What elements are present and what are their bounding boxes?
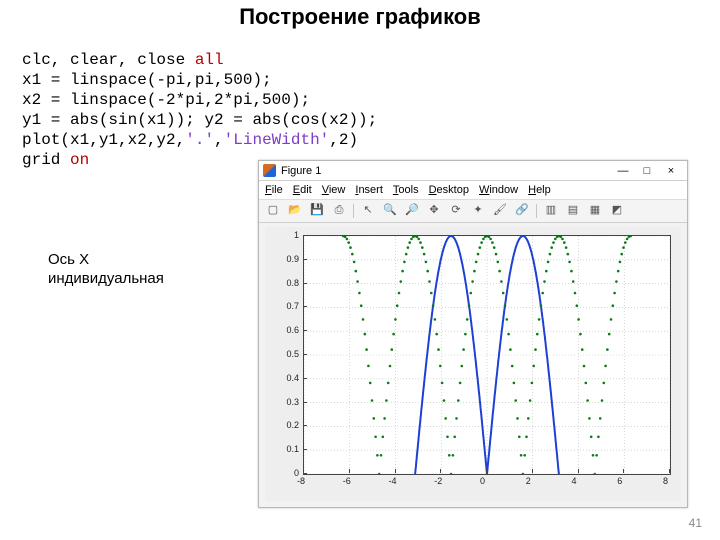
toolbar-separator — [353, 204, 354, 218]
toggle-icon[interactable]: ◩ — [607, 202, 627, 220]
window-titlebar: Figure 1 — □ × — [259, 161, 687, 181]
xtick-mark — [303, 469, 304, 473]
axes — [303, 235, 671, 475]
menu-item-help[interactable]: Help — [528, 184, 551, 196]
plot-area: 00.10.20.30.40.50.60.70.80.91-8-6-4-2024… — [265, 227, 681, 501]
code-token: y1 = abs(sin(x1)); y2 = abs(cos(x2)); — [22, 111, 377, 129]
brush-icon[interactable]: 🖌 — [490, 202, 510, 220]
pan-icon[interactable]: ✥ — [424, 202, 444, 220]
code-token: grid — [22, 151, 70, 169]
zoom-out-icon[interactable]: 🔎 — [402, 202, 422, 220]
code-token: all — [195, 51, 224, 69]
axis-note-line1: Ось X — [48, 251, 89, 268]
save-icon[interactable]: 💾 — [307, 202, 327, 220]
pointer-icon[interactable]: ↖ — [358, 202, 378, 220]
window-maximize-button[interactable]: □ — [635, 165, 659, 177]
xtick-label: 6 — [617, 476, 622, 486]
ytick-mark — [303, 425, 307, 426]
ytick-label: 0.5 — [286, 349, 299, 359]
code-token: , — [214, 131, 224, 149]
ytick-label: 0.9 — [286, 254, 299, 264]
menu-item-file[interactable]: File — [265, 184, 283, 196]
ytick-label: 0.3 — [286, 397, 299, 407]
menu-item-desktop[interactable]: Desktop — [429, 184, 469, 196]
code-token: x1 = linspace(-pi,pi,500); — [22, 71, 272, 89]
code-block: clc, clear, close all x1 = linspace(-pi,… — [22, 50, 377, 170]
code-token: 'LineWidth' — [224, 131, 330, 149]
menu-bar: File Edit View Insert Tools Desktop Window Help — [259, 181, 687, 200]
toolbar: ▢📂💾⎙ ↖🔍🔎✥⟳✦🖌🔗 ▥▤▦◩ — [259, 200, 687, 223]
code-token: plot(x1,y1,x2,y2, — [22, 131, 185, 149]
page-number: 41 — [689, 516, 702, 530]
code-token: on — [70, 151, 89, 169]
xtick-mark — [669, 469, 670, 473]
xtick-label: -4 — [389, 476, 397, 486]
menu-item-view[interactable]: View — [322, 184, 346, 196]
ytick-mark — [303, 283, 307, 284]
code-token: clc, clear, close — [22, 51, 195, 69]
menu-item-insert[interactable]: Insert — [355, 184, 383, 196]
ytick-label: 0.1 — [286, 444, 299, 454]
toolbar-separator — [536, 204, 537, 218]
axis-note: Ось X индивидуальная — [48, 250, 164, 288]
ytick-label: 0.4 — [286, 373, 299, 383]
xtick-mark — [578, 469, 579, 473]
link-icon[interactable]: 🔗 — [512, 202, 532, 220]
colorbar-icon[interactable]: ▥ — [541, 202, 561, 220]
ytick-mark — [303, 354, 307, 355]
xtick-mark — [349, 469, 350, 473]
ytick-label: 0.6 — [286, 325, 299, 335]
window-minimize-button[interactable]: — — [611, 165, 635, 177]
rotate-icon[interactable]: ⟳ — [446, 202, 466, 220]
xtick-label: 2 — [526, 476, 531, 486]
xtick-label: 8 — [663, 476, 668, 486]
xtick-mark — [440, 469, 441, 473]
matlab-icon — [263, 164, 276, 177]
ytick-label: 0.2 — [286, 420, 299, 430]
xtick-label: -8 — [297, 476, 305, 486]
plot-svg — [304, 236, 670, 474]
axis-note-line2: индивидуальная — [48, 270, 164, 287]
ytick-mark — [303, 259, 307, 260]
xtick-label: 4 — [572, 476, 577, 486]
xtick-label: -6 — [343, 476, 351, 486]
new-icon[interactable]: ▢ — [263, 202, 283, 220]
layout-icon[interactable]: ▦ — [585, 202, 605, 220]
ytick-mark — [303, 473, 307, 474]
menu-item-edit[interactable]: Edit — [293, 184, 312, 196]
ytick-mark — [303, 449, 307, 450]
code-token: '.' — [185, 131, 214, 149]
xtick-mark — [395, 469, 396, 473]
ytick-mark — [303, 402, 307, 403]
xtick-mark — [532, 469, 533, 473]
ytick-label: 1 — [294, 230, 299, 240]
slide-title: Построение графиков — [0, 4, 720, 30]
menu-item-window[interactable]: Window — [479, 184, 518, 196]
window-title: Figure 1 — [281, 165, 611, 177]
zoom-in-icon[interactable]: 🔍 — [380, 202, 400, 220]
xtick-mark — [623, 469, 624, 473]
xtick-label: 0 — [480, 476, 485, 486]
ytick-label: 0.8 — [286, 278, 299, 288]
ytick-label: 0.7 — [286, 301, 299, 311]
figure-window: Figure 1 — □ × File Edit View Insert Tools De… — [258, 160, 688, 508]
window-close-button[interactable]: × — [659, 165, 683, 177]
open-icon[interactable]: 📂 — [285, 202, 305, 220]
ytick-mark — [303, 306, 307, 307]
print-icon[interactable]: ⎙ — [329, 202, 349, 220]
code-token: x2 = linspace(-2*pi,2*pi,500); — [22, 91, 310, 109]
xtick-mark — [486, 469, 487, 473]
code-token: ,2) — [329, 131, 358, 149]
xtick-label: -2 — [434, 476, 442, 486]
ytick-mark — [303, 378, 307, 379]
legend-icon[interactable]: ▤ — [563, 202, 583, 220]
data-cursor-icon[interactable]: ✦ — [468, 202, 488, 220]
ytick-mark — [303, 235, 307, 236]
ytick-mark — [303, 330, 307, 331]
menu-item-tools[interactable]: Tools — [393, 184, 419, 196]
